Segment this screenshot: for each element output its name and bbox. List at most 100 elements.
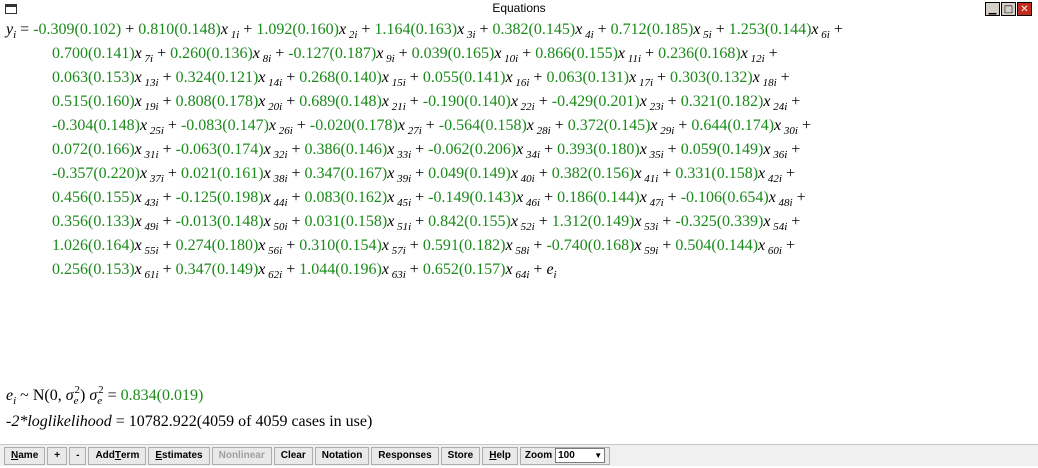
covariate-variable: x [263, 141, 271, 158]
covariate-subscript: 53i [641, 221, 659, 233]
covariate-subscript: 14i [265, 77, 283, 89]
covariate-subscript: 2i [346, 29, 358, 41]
covariate-subscript: 32i [270, 149, 288, 161]
close-icon[interactable]: ✕ [1017, 2, 1032, 16]
covariate-subscript: 30i [781, 125, 798, 137]
coefficient-estimate: 0.256(0.153) [52, 261, 135, 278]
coefficient-estimate: 0.021(0.161) [180, 165, 264, 182]
covariate-subscript: 29i [657, 125, 675, 137]
covariate-variable: x [634, 165, 642, 182]
covariate-subscript: 19i [141, 101, 159, 113]
distribution-text: ~ N(0, [16, 387, 66, 404]
coefficient-estimate: 0.700(0.141) [52, 45, 135, 62]
covariate-subscript: 23i [646, 101, 664, 113]
covariate-variable: x [617, 45, 626, 62]
maximize-icon[interactable]: □ [1001, 2, 1016, 16]
covariate-subscript: 40i [517, 173, 535, 185]
coefficient-estimate: 0.310(0.154) [299, 237, 382, 254]
covariate-subscript: 6i [818, 29, 830, 41]
loglikelihood-value: 10782.922(4059 of 4059 cases in use) [128, 413, 373, 430]
responses-button[interactable]: Responses [371, 446, 439, 465]
coefficient-estimate: -0.325(0.339) [675, 213, 764, 230]
zoom-label: Zoom [524, 450, 553, 461]
covariate-variable: x [134, 213, 142, 230]
equation-line: 0.700(0.141)x 7i + 0.260(0.136)x 8i + -0… [52, 45, 778, 65]
add-term-button[interactable]: Add Term [88, 446, 147, 465]
covariate-variable: x [639, 189, 647, 206]
covariate-subscript: 8i [259, 53, 272, 65]
coefficient-estimate: 1.312(0.149) [551, 213, 635, 230]
equation-display[interactable]: yi = -0.309(0.102) + 0.810(0.148)x 1i + … [0, 18, 1038, 440]
covariate-variable: x [134, 261, 142, 278]
clear-button[interactable]: Clear [273, 446, 313, 465]
covariate-variable: x [381, 93, 389, 110]
coefficient-estimate: 0.386(0.146) [304, 141, 388, 158]
name-button[interactable]: Name [4, 446, 46, 465]
covariate-subscript: 48i [775, 197, 793, 209]
coefficient-estimate: 1.044(0.196) [299, 261, 382, 278]
coefficient-estimate: -0.083(0.147) [180, 117, 269, 134]
covariate-subscript: 60i [765, 245, 782, 257]
coefficient-estimate: 1.253(0.144) [728, 21, 812, 38]
coefficient-estimate: 0.842(0.155) [428, 213, 511, 230]
minus-button[interactable]: - [69, 446, 87, 465]
coefficient-estimate: -0.429(0.201) [551, 93, 640, 110]
covariate-variable: x [134, 93, 142, 110]
covariate-subscript: 31i [141, 149, 159, 161]
minimize-icon[interactable]: ▁ [985, 2, 1000, 16]
covariate-subscript: 12i [747, 53, 765, 65]
covariate-subscript: 20i [265, 101, 283, 113]
notation-button[interactable]: Notation [314, 446, 370, 465]
covariate-variable: x [397, 117, 405, 134]
toolbar: Name + - Add Term Estimates Nonlinear Clear Not… [0, 444, 1038, 466]
covariate-variable: x [639, 93, 647, 110]
covariate-variable: x [263, 165, 271, 182]
equations-window: Equations ▁ □ ✕ yi = -0.309(0.102) + 0.8… [0, 0, 1038, 468]
equation-line: 0.063(0.153)x 13i + 0.324(0.121)x 14i + … [52, 69, 790, 89]
covariate-subscript: 47i [646, 197, 664, 209]
covariate-subscript: 55i [141, 245, 159, 257]
covariate-subscript: 56i [265, 245, 283, 257]
coefficient-estimate: 0.689(0.148) [299, 93, 382, 110]
covariate-subscript: 13i [141, 77, 159, 89]
help-button[interactable]: Help [482, 446, 518, 465]
coefficient-estimate: 0.331(0.158) [675, 165, 759, 182]
covariate-subscript: 7i [141, 53, 154, 65]
covariate-variable: x [639, 141, 647, 158]
equation-line: -0.357(0.220)x 37i + 0.021(0.161)x 38i +… [52, 165, 795, 185]
coefficient-estimate: 0.236(0.168) [658, 45, 741, 62]
coefficient-estimate: -0.125(0.198) [175, 189, 264, 206]
covariate-subscript: 52i [517, 221, 535, 233]
error-subscript: i [553, 269, 557, 281]
zoom-select[interactable]: 100 ▼ [555, 448, 606, 463]
plus-button[interactable]: + [47, 446, 68, 465]
covariate-subscript: 34i [523, 149, 541, 161]
intercept-estimate: -0.309(0.102) [33, 21, 122, 38]
covariate-variable: x [526, 117, 534, 134]
covariate-variable: x [252, 45, 260, 62]
coefficient-estimate: 0.274(0.180) [175, 237, 259, 254]
coefficient-estimate: 0.321(0.182) [680, 93, 764, 110]
covariate-variable: x [134, 69, 142, 86]
coefficient-estimate: 0.260(0.136) [170, 45, 253, 62]
coefficient-estimate: 0.059(0.149) [680, 141, 764, 158]
coefficient-estimate: -0.357(0.220) [52, 165, 140, 182]
covariate-subscript: 38i [270, 173, 288, 185]
window-title: Equations [492, 1, 546, 15]
store-button[interactable]: Store [440, 446, 481, 465]
chevron-down-icon[interactable]: ▼ [594, 451, 602, 460]
coefficient-estimate: -0.564(0.158) [438, 117, 527, 134]
covariate-variable: x [740, 45, 748, 62]
covariate-variable: x [268, 117, 277, 134]
title-bar[interactable]: Equations ▁ □ ✕ [0, 0, 1038, 18]
covariate-subscript: 45i [394, 197, 412, 209]
estimates-button[interactable]: Estimates [148, 446, 210, 465]
covariate-subscript: 22i [517, 101, 535, 113]
coefficient-estimate: 0.372(0.145) [567, 117, 651, 134]
covariate-subscript: 9i [383, 53, 395, 65]
covariate-variable: x [634, 213, 642, 230]
loglikelihood-label: -2*loglikelihood [6, 413, 112, 430]
covariate-variable: x [134, 45, 142, 62]
covariate-subscript: 42i [765, 173, 782, 185]
covariate-subscript: 64i [512, 269, 530, 281]
